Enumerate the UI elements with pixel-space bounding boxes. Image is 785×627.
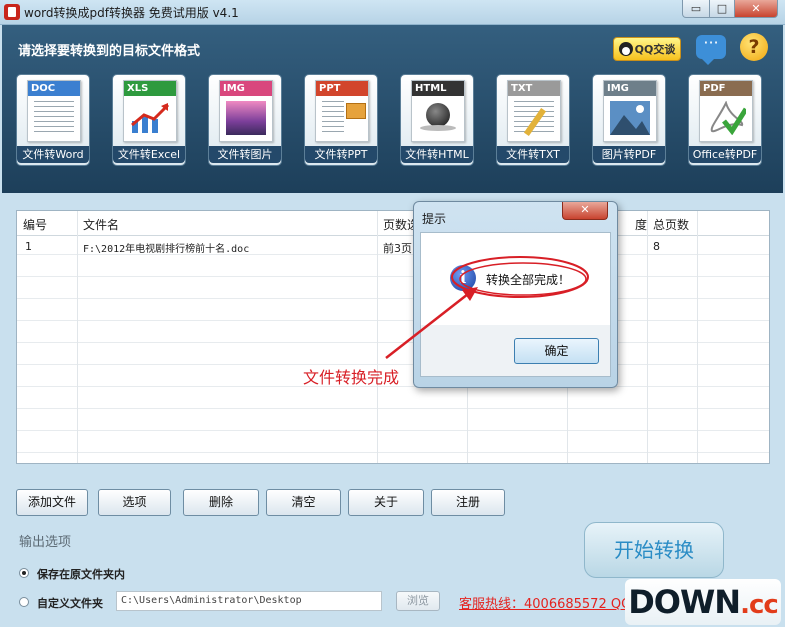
annotation-overlay xyxy=(385,256,589,359)
annotation-arrow-line xyxy=(385,293,469,359)
annotation-label: 文件转换完成 xyxy=(303,368,400,387)
annotation-circle-inner xyxy=(459,262,587,296)
